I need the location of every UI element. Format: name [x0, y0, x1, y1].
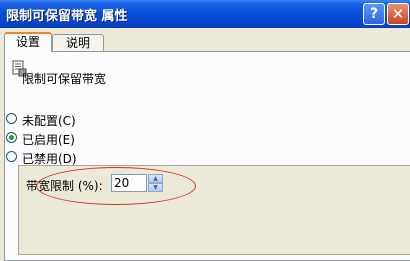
help-button[interactable]: ?: [363, 3, 385, 25]
bandwidth-stepper[interactable]: ▲ ▼: [148, 174, 163, 192]
chevron-up-icon[interactable]: ▲: [148, 174, 163, 183]
title-bar[interactable]: 限制可保留带宽 属性 ? ✕: [0, 0, 410, 28]
help-icon: ?: [369, 6, 379, 22]
tab-explain[interactable]: 说明: [52, 34, 104, 52]
bandwidth-limit-input[interactable]: [111, 174, 147, 192]
radio-label-not-configured: 未配置(C): [22, 114, 76, 128]
radio-button[interactable]: [6, 151, 17, 162]
policy-name: 限制可保留带宽: [22, 72, 107, 86]
close-button[interactable]: ✕: [387, 3, 409, 25]
chevron-down-icon[interactable]: ▼: [148, 183, 163, 192]
radio-button[interactable]: [6, 113, 17, 124]
close-icon: ✕: [391, 5, 405, 23]
tab-settings[interactable]: 设置: [4, 32, 52, 52]
radio-label-enabled: 已启用(E): [22, 133, 75, 147]
window-title: 限制可保留带宽 属性: [6, 9, 128, 24]
bandwidth-limit-label: 带宽限制 (%):: [26, 179, 103, 193]
radio-button[interactable]: [6, 132, 17, 143]
